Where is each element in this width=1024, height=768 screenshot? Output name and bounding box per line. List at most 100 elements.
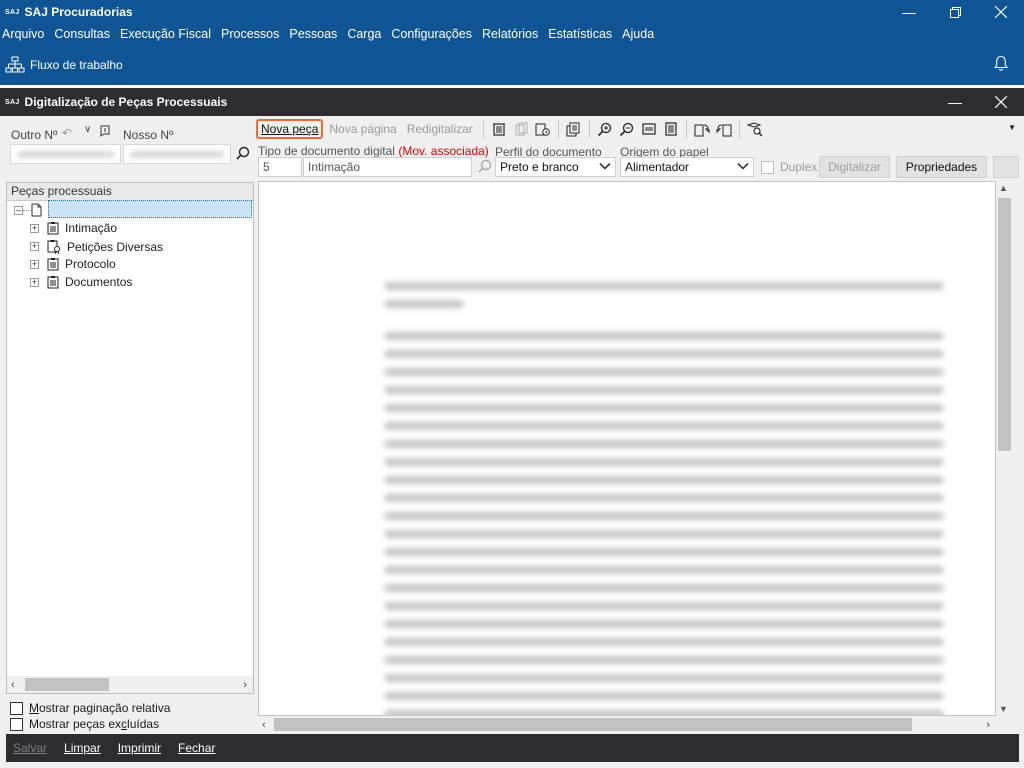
collapse-icon[interactable]: – — [14, 205, 23, 215]
menu-configuracoes[interactable]: Configurações — [391, 27, 472, 41]
menu-arquivo[interactable]: Arquivo — [2, 27, 44, 41]
nova-peca-button[interactable]: Nova peça — [256, 119, 324, 139]
expand-icon[interactable]: + — [30, 242, 39, 251]
window-close-icon[interactable] — [978, 88, 1024, 116]
menu-ajuda[interactable]: Ajuda — [622, 27, 654, 41]
redigitalizar-button[interactable]: Redigitalizar — [403, 122, 477, 136]
tipo-nome-input[interactable]: Intimação — [303, 157, 472, 177]
fit-page-icon[interactable] — [660, 119, 682, 139]
menu-estatisticas[interactable]: Estatísticas — [548, 27, 612, 41]
tipo-documento-label: Tipo de documento digital (Mov. associad… — [258, 144, 489, 158]
tree-hscrollbar[interactable]: ‹ › — [7, 676, 253, 693]
scroll-left-icon[interactable]: ‹ — [262, 719, 266, 731]
toolbar-overflow-icon[interactable]: ▼ — [1008, 123, 1016, 132]
tree-item-protocolo[interactable]: + Protocolo — [30, 257, 116, 271]
extra-action-button[interactable] — [993, 156, 1019, 178]
bell-icon[interactable] — [993, 55, 1009, 75]
undo-icon[interactable]: ↶ — [62, 126, 72, 140]
tree-item-intimacao[interactable]: + Intimação — [30, 221, 117, 235]
chevron-down-icon — [599, 160, 611, 175]
scroll-right-icon[interactable]: › — [243, 679, 247, 691]
tree-root[interactable]: – — [14, 203, 42, 217]
propriedades-button[interactable]: Propriedades — [896, 156, 987, 178]
mov-associada-link[interactable]: (Mov. associada) — [398, 144, 488, 158]
fit-width-icon[interactable] — [638, 119, 660, 139]
inspect-page-icon[interactable] — [744, 119, 766, 139]
scan-line — [384, 300, 464, 308]
menu-relatorios[interactable]: Relatórios — [482, 27, 538, 41]
origem-papel-select[interactable]: Alimentador — [620, 157, 754, 177]
scan-line — [384, 512, 944, 520]
scan-line — [384, 674, 944, 682]
workflow-button[interactable]: Fluxo de trabalho — [5, 56, 123, 74]
copy-page-icon[interactable] — [510, 119, 532, 139]
scroll-down-icon[interactable]: ▼ — [999, 704, 1008, 714]
viewer-vscroll-thumb[interactable] — [998, 198, 1011, 451]
zoom-out-icon[interactable] — [616, 119, 638, 139]
digitalizar-button[interactable]: Digitalizar — [819, 156, 890, 178]
tree-item-peticoes-diversas[interactable]: + Petições Diversas — [30, 239, 163, 254]
schedule-page-icon[interactable] — [532, 119, 554, 139]
close-icon[interactable] — [978, 0, 1024, 24]
menu-processos[interactable]: Processos — [221, 27, 279, 41]
menu-consultas[interactable]: Consultas — [54, 27, 110, 41]
delete-icon[interactable] — [488, 119, 510, 139]
document-icon — [31, 203, 42, 217]
scan-line — [384, 282, 944, 290]
menu-bar: Arquivo Consultas Execução Fiscal Proces… — [0, 24, 1024, 44]
perfil-documento-select[interactable]: Preto e branco — [495, 157, 616, 177]
document-viewer[interactable] — [258, 181, 996, 716]
rotate-right-icon[interactable] — [713, 119, 735, 139]
viewer-hscroll-thumb[interactable] — [274, 718, 912, 731]
tree-item-label: Protocolo — [65, 257, 116, 271]
toolbar-separator — [588, 120, 590, 138]
tipo-codigo-input[interactable]: 5 — [258, 157, 302, 177]
expand-icon[interactable]: + — [30, 259, 39, 269]
menu-carga[interactable]: Carga — [347, 27, 381, 41]
nova-pagina-button[interactable]: Nova página — [325, 122, 400, 136]
mostrar-excluidas-checkbox[interactable]: Mostrar peças ex c luídas — [10, 717, 159, 731]
viewer-hscrollbar[interactable]: ‹ › — [258, 716, 996, 733]
window-minimize-icon[interactable]: — — [932, 88, 978, 116]
rotate-left-icon[interactable] — [691, 119, 713, 139]
scroll-up-icon[interactable]: ▲ — [999, 183, 1008, 193]
scan-line — [384, 422, 944, 430]
imprimir-button[interactable]: Imprimir — [118, 741, 161, 755]
mostrar-paginacao-checkbox[interactable]: Mostrar paginação relativa — [10, 701, 170, 715]
scroll-left-icon[interactable]: ‹ — [11, 679, 15, 691]
tree-item-documentos[interactable]: + Documentos — [30, 275, 132, 289]
document-stack-icon[interactable] — [563, 119, 585, 139]
chevron-down-icon[interactable]: ∨ — [84, 124, 91, 135]
scan-line — [384, 350, 944, 358]
tree-hscroll-thumb[interactable] — [25, 678, 109, 691]
outro-numero-input[interactable] — [10, 144, 121, 164]
minimize-icon[interactable]: — — [886, 0, 932, 24]
nosso-label: Nosso Nº — [123, 128, 174, 142]
tipo-search-icon[interactable] — [478, 159, 492, 176]
menu-execucao-fiscal[interactable]: Execução Fiscal — [120, 27, 211, 41]
bookmark-icon[interactable] — [100, 125, 110, 140]
scroll-right-icon[interactable]: › — [986, 719, 990, 731]
restore-icon[interactable] — [932, 0, 978, 24]
tree-root-selection[interactable] — [48, 200, 252, 218]
menu-pessoas[interactable]: Pessoas — [289, 27, 337, 41]
scan-line — [384, 584, 944, 592]
checkbox-box[interactable] — [10, 717, 23, 731]
toolbar-separator — [685, 120, 687, 138]
checkbox-box[interactable] — [10, 701, 23, 715]
search-icon[interactable] — [236, 146, 250, 163]
nosso-numero-input[interactable] — [123, 144, 231, 164]
limpar-button[interactable]: Limpar — [64, 741, 101, 755]
expand-icon[interactable]: + — [30, 277, 39, 287]
fechar-button[interactable]: Fechar — [178, 741, 215, 755]
viewer-vscrollbar[interactable]: ▲ ▼ — [996, 181, 1013, 716]
checkbox-box[interactable] — [761, 160, 774, 174]
app-titlebar: SAJ SAJ Procuradorias — — [0, 0, 1024, 24]
scan-toolbar: Nova peça Nova página Redigitalizar ▼ — [256, 118, 1024, 140]
expand-icon[interactable]: + — [30, 223, 39, 233]
clipboard-icon — [47, 276, 59, 289]
tree-item-label: Intimação — [65, 221, 118, 235]
duplex-checkbox[interactable]: Duplex — [761, 160, 817, 174]
zoom-in-icon[interactable] — [594, 119, 616, 139]
salvar-button[interactable]: Salvar — [13, 741, 47, 755]
